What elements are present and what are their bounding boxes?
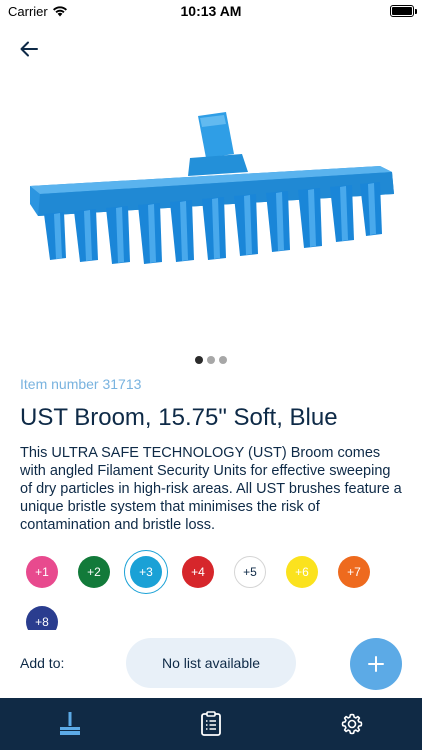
battery-icon: [390, 5, 417, 17]
carousel-dot[interactable]: [195, 356, 203, 364]
back-button[interactable]: [16, 36, 42, 62]
color-variant-label: +5: [243, 565, 257, 579]
product-description: This ULTRA SAFE TECHNOLOGY (UST) Broom c…: [20, 445, 402, 533]
color-variant-button[interactable]: +1: [26, 556, 58, 588]
tab-bar: [0, 698, 422, 750]
color-variant-label: +4: [191, 565, 205, 579]
product-title: UST Broom, 15.75" Soft, Blue: [20, 404, 338, 431]
item-number: Item number 31713: [20, 376, 142, 392]
color-variant-button[interactable]: +6: [286, 556, 318, 588]
add-to-list-button[interactable]: [350, 638, 402, 690]
color-variant-button[interactable]: +7: [338, 556, 370, 588]
add-to-label: Add to:: [20, 655, 65, 671]
color-variant-label: +1: [35, 565, 49, 579]
gear-icon: [341, 713, 362, 735]
carousel-dot[interactable]: [207, 356, 215, 364]
color-variant-button[interactable]: +5: [234, 556, 266, 588]
broom-icon: [60, 712, 81, 735]
color-variants: +1 +2 +3 +4 +5 +6 +7 +8: [20, 550, 402, 630]
carousel-dot[interactable]: [219, 356, 227, 364]
color-variant-label: +7: [347, 565, 361, 579]
clipboard-icon: [201, 711, 221, 736]
list-select-label: No list available: [161, 655, 261, 671]
plus-icon: [368, 656, 384, 672]
status-time: 10:13 AM: [180, 3, 242, 19]
broom-icon: [30, 112, 394, 264]
carousel-dots[interactable]: [0, 356, 422, 364]
color-variant-label: +6: [295, 565, 309, 579]
arrow-left-icon: [20, 41, 38, 57]
color-variant-button[interactable]: +8: [26, 606, 58, 630]
color-variant-button[interactable]: +3: [124, 550, 168, 594]
product-image: [30, 112, 394, 264]
tab-lists[interactable]: [181, 702, 241, 746]
color-variant-label: +2: [87, 565, 101, 579]
list-select-button[interactable]: No list available: [126, 638, 296, 688]
tab-settings[interactable]: [322, 702, 382, 746]
color-variant-button[interactable]: +4: [182, 556, 214, 588]
color-variant-label: +3: [139, 565, 153, 579]
battery-fill: [392, 7, 412, 15]
tab-products[interactable]: [40, 702, 100, 746]
color-variant-label: +8: [35, 615, 49, 629]
color-variant-button[interactable]: +2: [78, 556, 110, 588]
status-bar: Carrier 10:13 AM: [0, 0, 422, 22]
